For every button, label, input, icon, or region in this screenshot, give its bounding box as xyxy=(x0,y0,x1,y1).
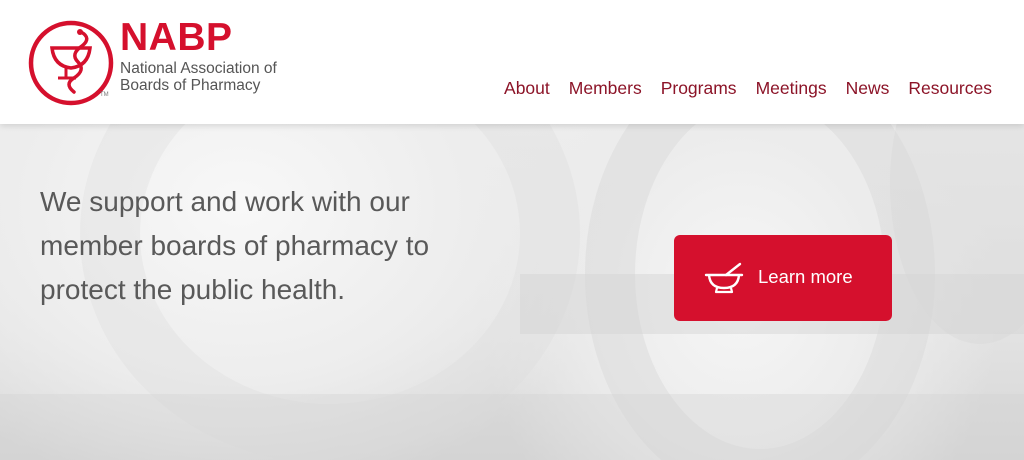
hero-headline: We support and work with our member boar… xyxy=(40,180,500,312)
mortar-and-pestle-icon xyxy=(704,262,744,294)
hero-headline-line-1: We support and work with our xyxy=(40,186,410,217)
nav-item-members[interactable]: Members xyxy=(569,78,642,99)
brand-name[interactable]: NABP xyxy=(120,18,277,58)
trademark-mark: TM xyxy=(100,92,109,98)
nav-item-about[interactable]: About xyxy=(504,78,550,99)
nav-item-resources[interactable]: Resources xyxy=(908,78,992,99)
nav-item-meetings[interactable]: Meetings xyxy=(756,78,827,99)
brand-subtitle-line-1: National Association of xyxy=(120,60,277,77)
nav-item-programs[interactable]: Programs xyxy=(661,78,737,99)
main-navigation: About Members Programs Meetings News Res… xyxy=(504,78,992,99)
learn-more-button[interactable]: Learn more xyxy=(674,235,892,321)
site-header: TM NABP National Association of Boards o… xyxy=(0,0,1024,124)
nav-item-news[interactable]: News xyxy=(846,78,890,99)
hero-banner: We support and work with our member boar… xyxy=(0,124,1024,460)
brand-block: NABP National Association of Boards of P… xyxy=(120,18,277,95)
hero-headline-line-3: protect the public health. xyxy=(40,274,346,305)
hero-headline-line-2: member boards of pharmacy to xyxy=(40,230,430,261)
brand-subtitle-line-2: Boards of Pharmacy xyxy=(120,77,261,94)
learn-more-label: Learn more xyxy=(758,266,853,287)
